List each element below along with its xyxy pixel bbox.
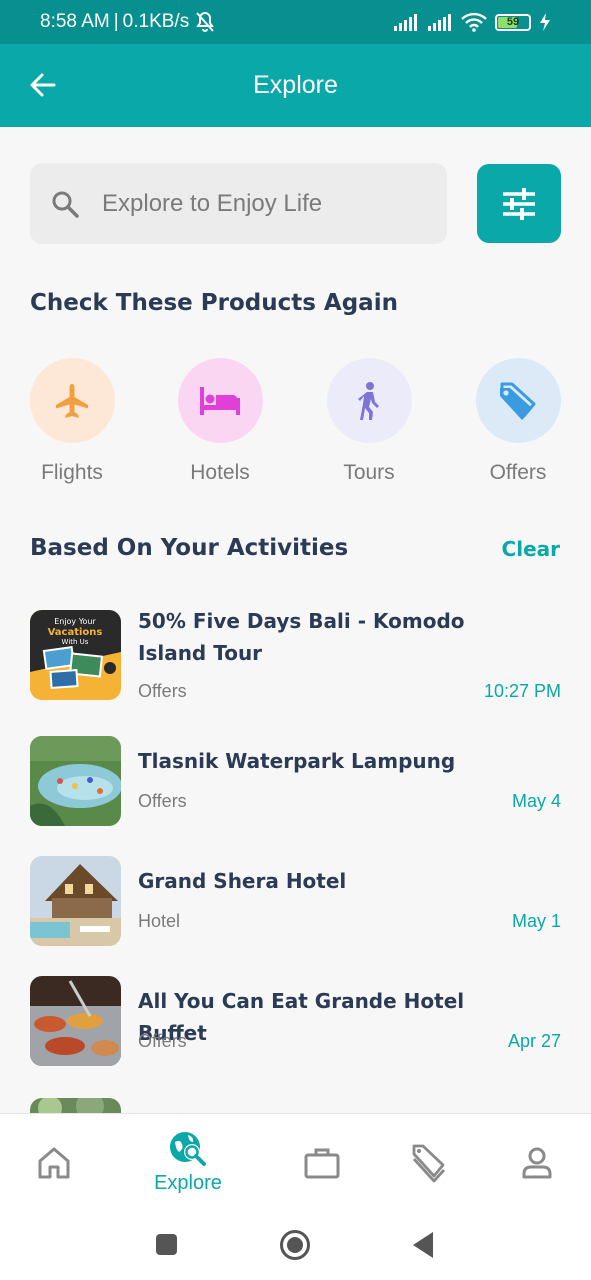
bed-icon [200,386,240,415]
hotel-image [30,856,121,946]
battery-icon: 59 [495,13,531,31]
status-bar-left: 8:58 AM | 0.1KB/s [40,10,217,34]
products-section-title: Check These Products Again [30,290,398,316]
list-item[interactable]: All You Can Eat Grande Hotel Buffet Offe… [30,976,561,1075]
activity-thumbnail [30,736,121,826]
arrow-left-icon [30,73,56,97]
profile-icon [522,1147,552,1178]
list-item[interactable]: Grand Shera Hotel Hotel May 1 [30,856,561,955]
charging-icon [540,13,550,31]
page-title: Explore [253,71,338,99]
product-flights[interactable]: Flights [17,358,127,485]
activity-time: May 4 [511,791,561,811]
activity-time: Apr 27 [507,1031,561,1051]
briefcase-icon [304,1148,340,1178]
activity-category: Offers [138,1031,187,1051]
status-divider: | [113,11,119,32]
filter-button[interactable] [477,164,561,243]
nav-explore[interactable]: Explore [138,1114,238,1211]
nav-label: Explore [154,1172,222,1194]
activities-section-title: Based On Your Activities [30,535,349,561]
nav-profile[interactable] [505,1114,569,1211]
home-button-icon[interactable] [279,1229,311,1261]
nav-home[interactable] [22,1114,86,1211]
poster-text: Enjoy Your [54,617,96,626]
product-label: Flights [41,461,103,484]
search-bar[interactable] [30,163,447,244]
bottom-navigation: Explore [0,1113,591,1210]
product-hotels[interactable]: Hotels [165,358,275,485]
nav-trips[interactable] [290,1114,354,1211]
activity-title: Tlasnik Waterpark Lampung [138,749,456,773]
mute-icon [196,11,215,32]
activity-thumbnail: Enjoy Your Vacations With Us [30,610,121,700]
poster-text: With Us [62,638,89,646]
product-icon-circle [177,358,263,443]
product-label: Hotels [190,461,250,484]
status-bar: 8:58 AM | 0.1KB/s 59 [0,0,591,44]
activity-thumbnail [30,856,121,946]
product-label: Offers [489,461,547,484]
activity-time: May 1 [511,911,561,931]
signal-icon [428,14,451,31]
list-item[interactable]: Enjoy Your Vacations With Us 50% Five Da… [30,605,561,705]
battery-level: 59 [506,16,520,28]
status-time: 8:58 AM [40,11,110,32]
activity-category: Hotel [138,911,181,931]
nav-offers[interactable] [397,1114,461,1211]
signal-icon [394,14,417,31]
back-nav-icon[interactable] [411,1231,435,1259]
recent-apps-icon[interactable] [155,1233,178,1256]
buffet-image [30,976,121,1066]
nature-image [30,1098,121,1113]
sliders-icon [503,187,535,220]
activity-category: Offers [138,681,187,701]
tag-icon [500,382,536,420]
app-bar: Explore [0,44,591,127]
system-navigation-bar [0,1210,591,1280]
home-icon [38,1147,70,1178]
product-icon-circle [326,358,412,443]
activity-time: 10:27 PM [483,681,561,701]
vacation-poster-image: Enjoy Your Vacations With Us [30,610,121,700]
status-speed: 0.1KB/s [122,11,190,32]
wifi-icon [461,12,487,32]
search-input[interactable] [102,189,402,218]
product-icon-circle [475,358,561,443]
list-item[interactable] [30,1098,561,1113]
list-item[interactable]: Tlasnik Waterpark Lampung Offers May 4 [30,736,561,835]
clear-button[interactable]: Clear [502,537,560,561]
airplane-icon [56,383,88,418]
activity-thumbnail [30,976,121,1066]
activity-title: All You Can Eat Grande Hotel Buffet [138,989,465,1045]
activity-title: 50% Five Days Bali - Komodo Island Tour [138,609,465,665]
poster-text: Vacations [48,627,103,638]
product-offers[interactable]: Offers [463,358,573,485]
walking-person-icon [358,381,379,420]
explore-icon [170,1132,206,1166]
tags-icon [412,1144,446,1182]
product-label: Tours [343,461,395,484]
activity-category: Offers [138,791,187,811]
activity-title: Grand Shera Hotel [138,869,347,893]
status-bar-right: 59 [393,12,551,32]
search-icon [52,191,79,218]
product-tours[interactable]: Tours [314,358,424,485]
activity-thumbnail [30,1098,121,1113]
product-icon-circle [29,358,115,443]
waterpark-image [30,736,121,826]
back-button[interactable] [26,68,60,102]
